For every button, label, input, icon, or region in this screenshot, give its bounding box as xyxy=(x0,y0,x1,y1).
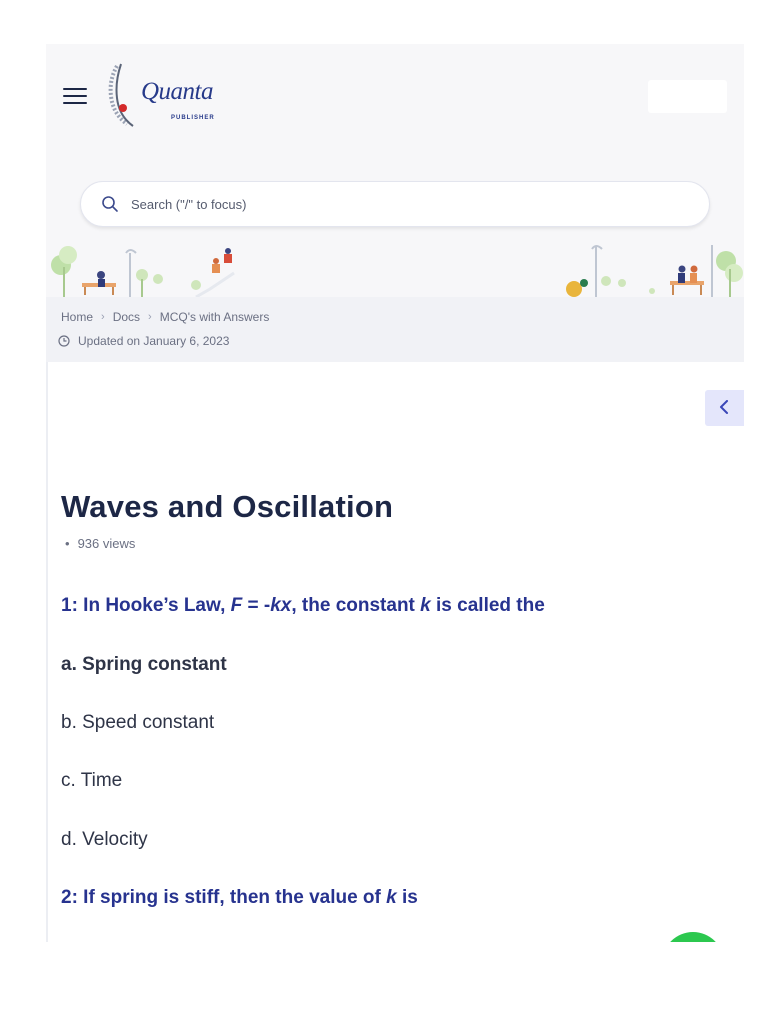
q1-prefix: 1: In Hooke’s Law, xyxy=(61,595,231,616)
q2-k: k xyxy=(386,887,397,908)
breadcrumb: Home › Docs › MCQ's with Answers xyxy=(61,310,269,324)
breadcrumb-mcqs[interactable]: MCQ's with Answers xyxy=(160,310,270,324)
q2-suffix: is xyxy=(396,887,418,908)
page-frame: Quanta PUBLISHER Search ("/" to focus) H… xyxy=(46,44,744,942)
search-input[interactable] xyxy=(131,193,691,215)
breadcrumb-docs[interactable]: Docs xyxy=(113,310,140,324)
option-d: d. Velocity xyxy=(61,829,148,851)
q2-prefix: 2: If spring is stiff, then the value of xyxy=(61,887,387,908)
site-logo[interactable]: Quanta PUBLISHER xyxy=(107,60,214,132)
chevron-right-icon: › xyxy=(148,311,152,323)
bullet-icon: • xyxy=(65,536,70,551)
search-bar[interactable] xyxy=(80,181,710,227)
site-header: Quanta PUBLISHER xyxy=(46,44,744,297)
option-a: a. Spring constant xyxy=(61,654,227,676)
logo-subtitle: PUBLISHER xyxy=(171,115,215,121)
whatsapp-icon[interactable] xyxy=(662,932,724,942)
option-text: Velocity xyxy=(82,829,148,850)
option-letter: a. xyxy=(61,654,83,675)
q1-formula-f: F xyxy=(230,595,243,616)
breadcrumb-bar: Home › Docs › MCQ's with Answers Updated… xyxy=(46,297,744,362)
chevron-left-icon xyxy=(720,400,728,414)
option-text: Time xyxy=(80,770,123,791)
logo-wordmark: Quanta xyxy=(141,78,214,105)
park-illustration xyxy=(51,245,743,297)
option-c: c. Time xyxy=(61,770,122,792)
question-2: 2: If spring is stiff, then the value of… xyxy=(61,887,418,909)
views-text: 936 views xyxy=(77,536,136,551)
q1-formula-eq: = - xyxy=(242,595,271,616)
option-b: b. Speed constant xyxy=(61,712,214,734)
option-text: Spring constant xyxy=(82,654,227,675)
q1-formula-kx: kx xyxy=(270,595,292,616)
view-count: • 936 views xyxy=(65,536,135,551)
toc-toggle-button[interactable] xyxy=(705,390,744,426)
q1-suffix: is called the xyxy=(430,595,545,616)
menu-icon[interactable] xyxy=(63,88,87,106)
breadcrumb-home[interactable]: Home xyxy=(61,310,93,324)
q1-k: k xyxy=(420,595,431,616)
q1-mid: , the constant xyxy=(291,595,421,616)
search-icon xyxy=(102,196,118,212)
option-letter: c. xyxy=(61,770,81,791)
updated-date: Updated on January 6, 2023 xyxy=(58,334,229,348)
option-letter: d. xyxy=(61,829,83,850)
page-title: Waves and Oscillation xyxy=(61,489,394,524)
option-letter: b. xyxy=(61,712,83,733)
updated-text: Updated on January 6, 2023 xyxy=(78,334,230,348)
option-text: Speed constant xyxy=(82,712,215,733)
clock-icon xyxy=(58,335,70,347)
header-action-button[interactable] xyxy=(648,80,727,113)
question-1: 1: In Hooke’s Law, F = -kx, the constant… xyxy=(61,595,545,617)
content-divider xyxy=(46,362,48,942)
chevron-right-icon: › xyxy=(101,311,105,323)
